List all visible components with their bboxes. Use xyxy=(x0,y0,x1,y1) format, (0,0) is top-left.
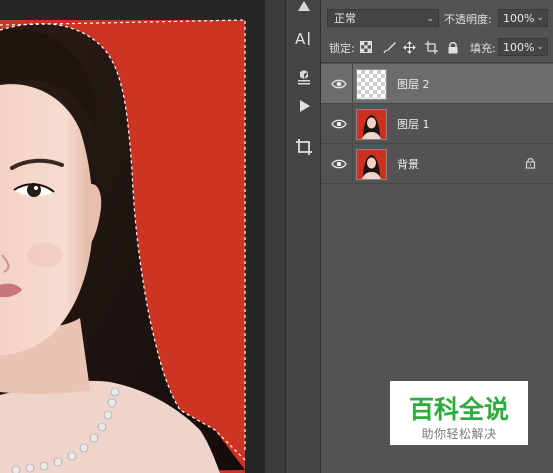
chevron-down-icon: ⌄ xyxy=(426,14,434,24)
eye-visibility-icon[interactable] xyxy=(331,157,347,171)
portrait-thumbnail-icon xyxy=(362,155,381,179)
blend-opacity-row: 正常 ⌄ 不透明度: 100% ⌄ xyxy=(321,8,553,30)
lock-image-pixels-icon[interactable] xyxy=(382,40,396,54)
divider xyxy=(321,62,553,63)
fill-field[interactable]: 100% ⌄ xyxy=(498,38,548,56)
blend-mode-value: 正常 xyxy=(334,12,356,25)
layer-row-layer-1[interactable]: 图层 1 xyxy=(321,104,553,144)
divider xyxy=(352,104,353,144)
layer-name: 图层 2 xyxy=(397,78,430,91)
lock-label: 锁定: xyxy=(329,42,355,55)
lock-transparent-pixels-icon[interactable] xyxy=(359,40,373,54)
panel-gutter xyxy=(265,0,285,473)
fill-value: 100% xyxy=(503,41,535,54)
opacity-value: 100% xyxy=(503,12,535,25)
character-panel-icon[interactable]: A xyxy=(286,23,321,53)
crop-tool-icon[interactable] xyxy=(286,132,321,162)
chevron-down-icon: ⌄ xyxy=(536,13,544,23)
lock-position-icon[interactable] xyxy=(402,40,416,54)
layer-name: 图层 1 xyxy=(397,118,430,131)
opacity-label: 不透明度: xyxy=(444,13,492,26)
layer-thumbnail xyxy=(356,69,387,100)
blend-mode-select[interactable]: 正常 ⌄ xyxy=(327,9,439,27)
3d-object-icon[interactable] xyxy=(286,62,321,92)
lock-all-icon[interactable] xyxy=(446,40,460,54)
lock-icon[interactable] xyxy=(525,157,536,169)
watermark-logo: 百科全说 助你轻松解决 xyxy=(390,381,528,445)
lock-artboard-icon[interactable] xyxy=(424,40,438,54)
layer-row-layer-2[interactable]: 图层 2 xyxy=(321,64,553,104)
opacity-field[interactable]: 100% ⌄ xyxy=(498,9,548,27)
divider xyxy=(352,64,353,104)
portrait-thumbnail-icon xyxy=(362,115,381,139)
portrait-photo xyxy=(0,0,265,473)
document-canvas[interactable] xyxy=(0,0,265,473)
eye-visibility-icon[interactable] xyxy=(331,117,347,131)
layer-thumbnail xyxy=(356,149,387,180)
divider xyxy=(352,144,353,184)
svg-text:A: A xyxy=(295,30,306,46)
layer-name: 背景 xyxy=(397,158,419,171)
layer-row-background[interactable]: 背景 xyxy=(321,144,553,184)
lock-fill-row: 锁定: 填充: 100% ⌄ xyxy=(321,37,553,59)
3d-tool-icon[interactable] xyxy=(286,0,321,20)
eye-visibility-icon[interactable] xyxy=(331,77,347,91)
watermark-title: 百科全说 xyxy=(408,395,509,424)
fill-label: 填充: xyxy=(470,42,496,55)
play-action-icon[interactable] xyxy=(286,91,321,121)
chevron-down-icon: ⌄ xyxy=(536,42,544,52)
watermark-subtitle: 助你轻松解决 xyxy=(421,427,497,441)
layer-thumbnail xyxy=(356,109,387,140)
panel-dock: A xyxy=(285,0,321,473)
